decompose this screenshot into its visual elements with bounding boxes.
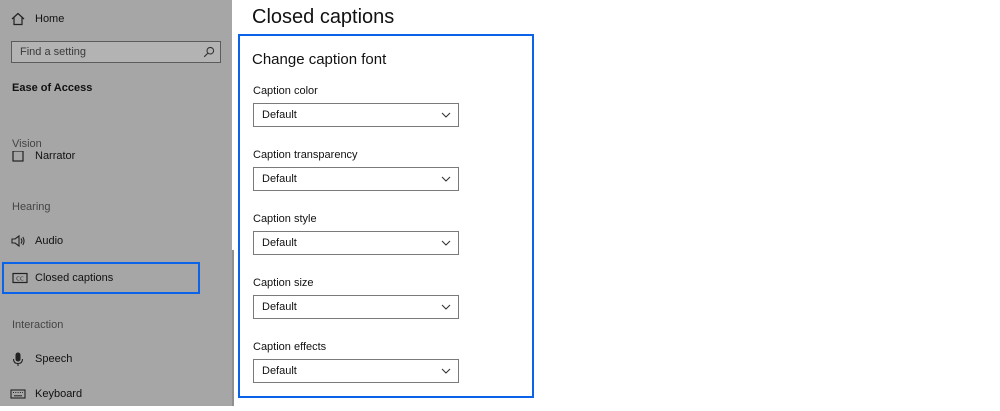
sidebar-item-label: Keyboard xyxy=(35,388,83,400)
sidebar: Home Ease of Access Vision Narrator Hear… xyxy=(0,0,232,406)
sidebar-item-label: Closed captions xyxy=(35,272,114,284)
sidebar-item-narrator[interactable]: Narrator xyxy=(0,151,232,164)
chevron-down-icon xyxy=(441,112,451,118)
caption-color-dropdown[interactable]: Default xyxy=(253,103,459,127)
search-input[interactable] xyxy=(12,42,200,62)
group-header-interaction: Interaction xyxy=(12,319,64,331)
sidebar-item-closed-captions[interactable]: CC Closed captions xyxy=(2,262,200,294)
home-icon xyxy=(11,12,25,26)
sidebar-scrollbar[interactable] xyxy=(232,250,234,406)
section-title: Ease of Access xyxy=(12,82,93,94)
chevron-down-icon xyxy=(441,368,451,374)
narrator-icon xyxy=(12,151,24,162)
sidebar-item-narrator-clip: Narrator xyxy=(0,151,232,164)
microphone-icon xyxy=(12,352,24,366)
sidebar-item-home[interactable]: Home xyxy=(0,2,232,36)
group-header-hearing: Hearing xyxy=(12,201,51,213)
chevron-down-icon xyxy=(441,304,451,310)
sidebar-item-label: Speech xyxy=(35,353,73,365)
caption-effects-dropdown[interactable]: Default xyxy=(253,359,459,383)
dropdown-value: Default xyxy=(262,365,297,377)
dropdown-value: Default xyxy=(262,301,297,313)
sidebar-item-audio[interactable]: Audio xyxy=(0,224,232,258)
caption-effects-label: Caption effects xyxy=(253,341,327,353)
dropdown-value: Default xyxy=(262,109,297,121)
dropdown-value: Default xyxy=(262,237,297,249)
chevron-down-icon xyxy=(441,240,451,246)
keyboard-icon xyxy=(10,389,26,399)
home-label: Home xyxy=(35,13,65,25)
group-header-vision: Vision xyxy=(12,138,42,150)
speaker-icon xyxy=(11,234,25,248)
chevron-down-icon xyxy=(441,176,451,182)
search-icon[interactable] xyxy=(203,46,215,58)
panel-title: Change caption font xyxy=(252,51,387,68)
caption-style-dropdown[interactable]: Default xyxy=(253,231,459,255)
sidebar-item-speech[interactable]: Speech xyxy=(0,342,232,376)
sidebar-item-label: Narrator xyxy=(35,151,76,162)
search-box[interactable] xyxy=(11,41,221,63)
caption-color-label: Caption color xyxy=(253,85,318,97)
sidebar-item-label: Audio xyxy=(35,235,64,247)
caption-size-dropdown[interactable]: Default xyxy=(253,295,459,319)
caption-transparency-dropdown[interactable]: Default xyxy=(253,167,459,191)
caption-transparency-label: Caption transparency xyxy=(253,149,358,161)
caption-size-label: Caption size xyxy=(253,277,314,289)
dropdown-value: Default xyxy=(262,173,297,185)
closed-captions-icon: CC xyxy=(12,272,28,284)
svg-text:CC: CC xyxy=(16,277,24,283)
caption-style-label: Caption style xyxy=(253,213,317,225)
page-title: Closed captions xyxy=(252,6,395,28)
